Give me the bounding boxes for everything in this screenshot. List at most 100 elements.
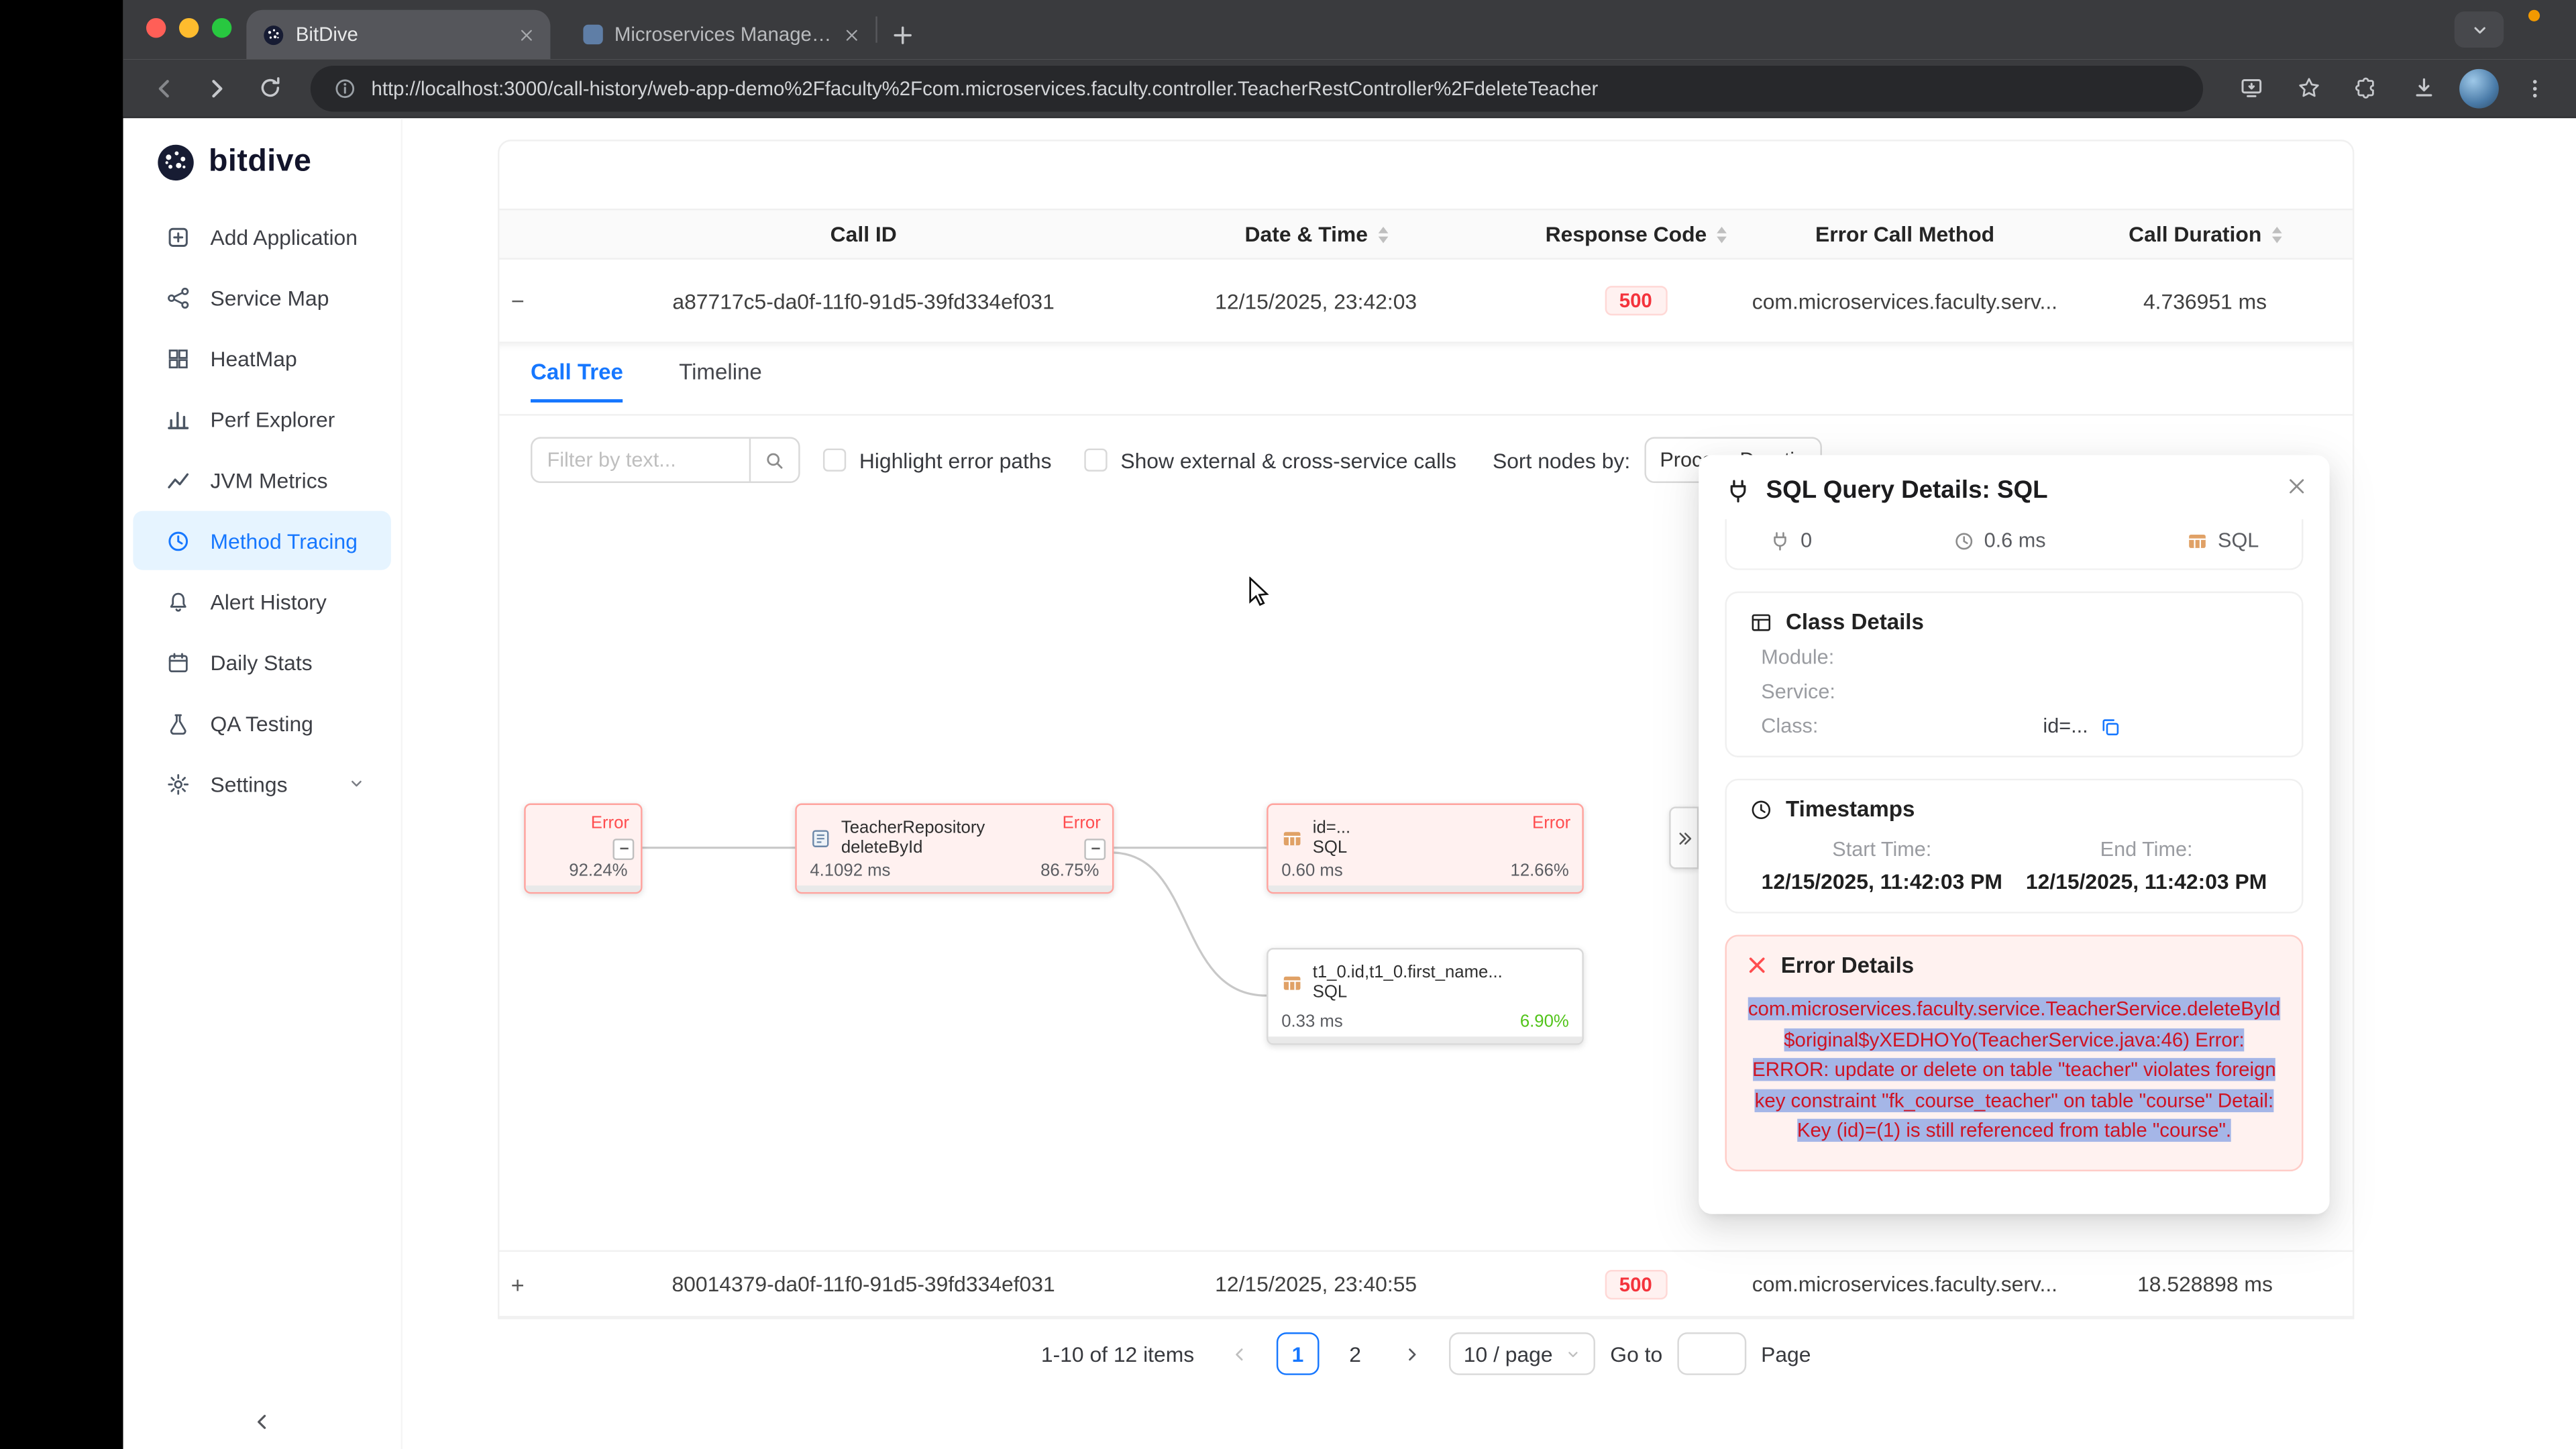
tree-node-sql-delete[interactable]: id=... SQL Error 0.60 ms 12.66% (1267, 804, 1584, 894)
close-tab-icon[interactable] (519, 27, 534, 42)
node-progress-bar (526, 885, 641, 892)
close-window-button[interactable] (146, 18, 166, 38)
tree-node-sql-select[interactable]: t1_0.id,t1_0.first_name... SQL 0.33 ms 6… (1267, 948, 1584, 1044)
sidebar-item-label: Settings (210, 771, 287, 796)
browser-tab-microservices[interactable]: Microservices Management (567, 10, 875, 59)
error-message[interactable]: com.microservices.faculty.service.Teache… (1746, 994, 2282, 1147)
forward-button[interactable] (195, 66, 238, 109)
collapse-node-button[interactable] (1084, 838, 1106, 859)
end-time-label: End Time: (2014, 838, 2278, 861)
sidebar-item-settings[interactable]: Settings (133, 754, 390, 813)
module-label: Module: (1761, 645, 1834, 668)
collapse-node-button[interactable] (612, 838, 634, 859)
sort-carets-icon[interactable] (1717, 226, 1727, 242)
sort-nodes-label: Sort nodes by: (1493, 447, 1630, 472)
external-calls-checkbox[interactable] (1084, 449, 1107, 472)
perf-explorer-icon (166, 407, 191, 431)
sidebar-item-add-application[interactable]: Add Application (133, 207, 390, 266)
extensions-icon[interactable] (2345, 66, 2387, 109)
sidebar-item-label: Add Application (210, 224, 357, 249)
copy-icon[interactable] (2100, 716, 2121, 737)
install-app-icon[interactable] (2229, 66, 2272, 109)
browser-tab-bitdive[interactable]: BitDive (246, 10, 550, 59)
reload-button[interactable] (248, 66, 291, 109)
jvm-metrics-icon (166, 468, 191, 492)
new-tab-button[interactable] (890, 23, 915, 48)
add-application-icon (166, 224, 191, 249)
table-row[interactable]: + 80014379-da0f-11f0-91d5-39fd334ef031 1… (499, 1252, 2352, 1318)
search-icon[interactable] (749, 439, 798, 482)
profile-avatar[interactable] (2459, 68, 2499, 108)
expand-column-header (499, 210, 614, 258)
collapse-row-button[interactable]: − (511, 288, 525, 314)
back-button[interactable] (143, 66, 186, 109)
external-calls-option[interactable]: Show external & cross-service calls (1084, 447, 1456, 472)
highlight-errors-option[interactable]: Highlight error paths (823, 447, 1052, 472)
fullscreen-window-button[interactable] (212, 18, 231, 38)
prev-page-button[interactable] (1219, 1332, 1262, 1375)
node-query-name: t1_0.id,t1_0.first_name... (1313, 963, 1503, 983)
filter-input[interactable] (532, 449, 749, 472)
table-row[interactable]: − a87717c5-da0f-11f0-91d5-39fd334ef031 1… (499, 260, 2352, 343)
browser-menu-icon[interactable] (2514, 66, 2557, 109)
tree-node-teacher-repository[interactable]: TeacherRepository deleteById Error 4.109… (795, 804, 1114, 894)
next-page-button[interactable] (1391, 1332, 1434, 1375)
sidebar-item-label: JVM Metrics (210, 468, 327, 492)
sidebar-item-method-tracing[interactable]: Method Tracing (133, 511, 390, 570)
minimize-window-button[interactable] (179, 18, 199, 38)
datetime-value: 12/15/2025, 23:42:03 (1113, 260, 1519, 341)
close-tab-icon[interactable] (845, 27, 859, 42)
sidebar-item-jvm-metrics[interactable]: JVM Metrics (133, 450, 390, 509)
url-text[interactable]: http://localhost:3000/call-history/web-a… (371, 76, 1598, 99)
chevron-down-icon (348, 775, 364, 792)
response-code-cell: 500 (1519, 260, 1752, 341)
tab-call-tree[interactable]: Call Tree (531, 360, 623, 402)
sidebar-item-service-map[interactable]: Service Map (133, 268, 390, 327)
tree-node-collapsed[interactable]: Error 92.24% (524, 804, 642, 894)
service-row: Service: (1750, 680, 2279, 703)
highlight-errors-checkbox[interactable] (823, 449, 846, 472)
close-panel-icon[interactable] (2287, 476, 2306, 496)
query-stats-row: 0 0.6 ms SQL (1725, 519, 2303, 570)
node-progress-bar (1269, 1036, 1582, 1043)
page-1-button[interactable]: 1 (1277, 1332, 1320, 1375)
checkbox-label: Show external & cross-service calls (1120, 447, 1456, 472)
start-time-label: Start Time: (1750, 838, 2014, 861)
goto-page-input[interactable] (1677, 1332, 1746, 1375)
notification-dot (2528, 10, 2540, 21)
column-header-duration[interactable]: Call Duration (2057, 210, 2353, 258)
tab-timeline[interactable]: Timeline (679, 360, 762, 402)
sort-carets-icon[interactable] (1378, 226, 1388, 242)
sidebar-item-qa-testing[interactable]: QA Testing (133, 693, 390, 752)
node-duration: 0.60 ms (1281, 861, 1342, 880)
call-tree-toolbar: Highlight error paths Show external & cr… (531, 437, 1823, 483)
toolbar-actions (2229, 66, 2556, 109)
browser-toolbar: http://localhost:3000/call-history/web-a… (123, 59, 2576, 118)
node-query-name: id=... (1313, 818, 1350, 839)
address-bar[interactable]: http://localhost:3000/call-history/web-a… (311, 65, 2203, 111)
downloads-icon[interactable] (2402, 66, 2445, 109)
sidebar-item-alert-history[interactable]: Alert History (133, 572, 390, 631)
sidebar-item-daily-stats[interactable]: Daily Stats (133, 633, 390, 692)
column-header-response-code[interactable]: Response Code (1519, 210, 1752, 258)
bookmark-star-icon[interactable] (2287, 66, 2330, 109)
column-header-datetime[interactable]: Date & Time (1113, 210, 1519, 258)
class-details-title-row: Class Details (1750, 610, 2279, 635)
start-time: Start Time: 12/15/2025, 11:42:03 PM (1750, 838, 2014, 894)
datetime-value: 12/15/2025, 23:40:55 (1113, 1252, 1519, 1316)
sidebar-item-heatmap[interactable]: HeatMap (133, 329, 390, 388)
app-logo[interactable]: bitdive (123, 118, 401, 182)
panel-expand-handle[interactable] (1669, 806, 1699, 869)
site-info-icon[interactable] (333, 76, 356, 99)
expand-row-button[interactable]: + (511, 1271, 525, 1297)
page-2-button[interactable]: 2 (1334, 1332, 1377, 1375)
class-details-section: Class Details Module: Service: Class: id… (1725, 592, 2303, 757)
sidebar-collapse-button[interactable] (123, 1411, 401, 1433)
page-size-select[interactable]: 10 / page (1449, 1332, 1595, 1375)
sidebar-item-perf-explorer[interactable]: Perf Explorer (133, 389, 390, 448)
sort-carets-icon[interactable] (2271, 226, 2282, 242)
end-time-value: 12/15/2025, 11:42:03 PM (2014, 869, 2278, 894)
main-content: Call ID Date & Time Response Code Error … (402, 118, 2576, 1449)
tab-search-button[interactable] (2455, 11, 2504, 48)
node-percent: 86.75% (1040, 861, 1099, 880)
